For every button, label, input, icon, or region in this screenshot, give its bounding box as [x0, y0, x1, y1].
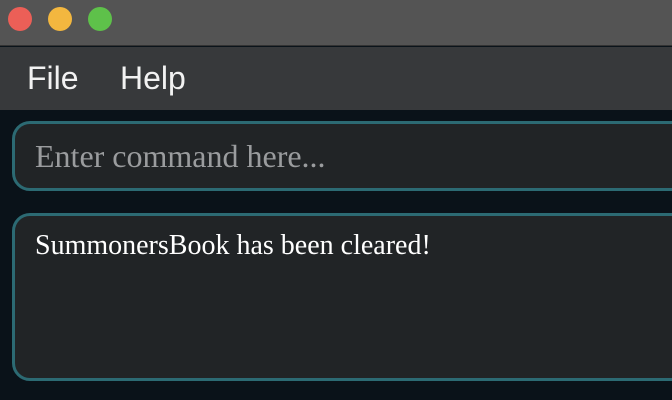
menu-file[interactable]: File: [27, 47, 79, 110]
window-titlebar: [0, 0, 672, 46]
menu-bar: File Help: [0, 47, 672, 110]
menu-help[interactable]: Help: [120, 47, 186, 110]
result-display: SummonersBook has been cleared!: [12, 213, 672, 381]
minimize-window-button[interactable]: [48, 7, 72, 31]
main-content: SummonersBook has been cleared!: [0, 110, 672, 400]
zoom-window-button[interactable]: [88, 7, 112, 31]
result-message: SummonersBook has been cleared!: [35, 230, 431, 261]
command-box: [12, 121, 672, 191]
command-input[interactable]: [35, 124, 655, 188]
close-window-button[interactable]: [8, 7, 32, 31]
